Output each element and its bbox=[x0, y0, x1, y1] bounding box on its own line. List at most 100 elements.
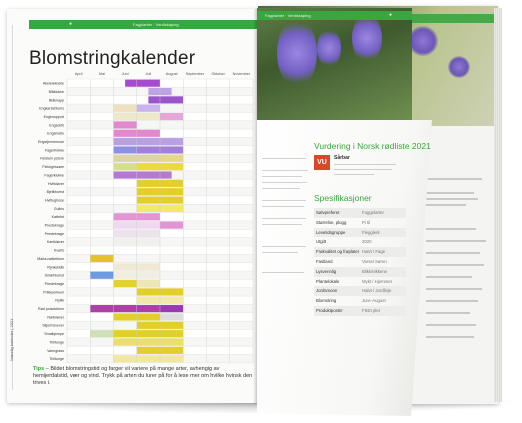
specs-row: Produktpostnr FSDI plet bbox=[314, 305, 406, 316]
text-line bbox=[426, 312, 470, 314]
month-label: September bbox=[186, 72, 205, 76]
species-label[interactable]: Rødkløver bbox=[47, 315, 64, 319]
specs-value: Flegglerk bbox=[362, 229, 380, 235]
species-label[interactable]: Rynkeblåk bbox=[47, 265, 64, 269]
flower-blur bbox=[317, 28, 341, 68]
bloom-bar bbox=[113, 171, 172, 179]
specs-key: Fastland bbox=[316, 258, 333, 264]
specs-row: Frøkvalitet og frøplater Halvt / Fage bbox=[314, 247, 406, 257]
bloom-bar bbox=[160, 221, 184, 229]
species-label[interactable]: Prikkperikum bbox=[43, 290, 64, 294]
species-label[interactable]: Gullris bbox=[54, 207, 64, 211]
bloom-bar bbox=[136, 280, 160, 288]
species-label[interactable]: Fagerfrekke bbox=[45, 148, 64, 152]
specs-value: Halvt / Fage bbox=[362, 249, 386, 255]
flower-blur bbox=[408, 26, 438, 56]
flower-blur bbox=[448, 56, 470, 78]
assessment-title: Vurdering i Norsk rødliste 2021 bbox=[314, 141, 431, 151]
text-line bbox=[262, 218, 306, 220]
species-label[interactable]: Flekkgrissøre bbox=[42, 165, 64, 169]
flower-blur bbox=[352, 13, 382, 63]
footnote-text: – Bildet blomstringstid og farger vil va… bbox=[33, 366, 253, 386]
text-line bbox=[262, 252, 298, 254]
bloom-bar bbox=[113, 330, 184, 338]
specs-key: Lysvennlig bbox=[316, 268, 337, 274]
footnote-tip-label: Tips bbox=[33, 366, 45, 372]
specs-table: Sølvpreferet Fuggelarter Størrelse, plugg P… bbox=[314, 208, 406, 316]
bloom-bar bbox=[160, 154, 184, 162]
species-label[interactable]: Hvittuglrose bbox=[45, 198, 64, 202]
bloom-bar bbox=[90, 254, 114, 263]
specs-row: Plantelokale Mykt / Hjemmet bbox=[314, 277, 406, 287]
species-label[interactable]: Blåknapp bbox=[49, 98, 64, 102]
species-label[interactable]: Smørblomst bbox=[45, 274, 64, 278]
text-line bbox=[426, 336, 474, 338]
species-label[interactable]: Maria-nøkleblom bbox=[37, 257, 64, 261]
species-label[interactable]: Rød jonsokblom bbox=[38, 307, 64, 311]
species-label[interactable]: Engsmelle bbox=[47, 132, 64, 136]
species-label[interactable]: Engkarsebloms bbox=[39, 107, 64, 111]
text-line bbox=[262, 246, 306, 248]
specs-row: Utgitt 2020 bbox=[314, 237, 406, 247]
species-label[interactable]: Tiriltunge bbox=[49, 340, 64, 344]
species-label[interactable]: Prestekrage bbox=[45, 232, 64, 236]
specs-row: Levetidsgruppe Flegglerk bbox=[314, 227, 406, 238]
species-label[interactable]: Skjermsvever bbox=[42, 324, 65, 328]
species-label[interactable]: Bjellblomst bbox=[47, 190, 64, 194]
bloom-bar bbox=[113, 121, 137, 129]
bloom-calendar-chart: April Mai Juni Juli August September Oktober No… bbox=[37, 72, 254, 364]
bloom-bar bbox=[160, 113, 184, 121]
text-line bbox=[426, 240, 486, 242]
species-label[interactable]: Hvitkløver bbox=[48, 182, 65, 186]
species-label[interactable]: Blåklokke bbox=[49, 90, 64, 94]
specs-row: Fastland Varsel Søren bbox=[314, 257, 406, 267]
bloom-bar bbox=[90, 305, 160, 313]
specs-value: FSDI plet bbox=[362, 307, 380, 313]
species-label[interactable]: Akeleieknelle bbox=[43, 82, 64, 86]
specs-value: Fuggelarter bbox=[362, 210, 384, 215]
footnote: Tips – Bildet blomstringstid og farger v… bbox=[33, 366, 255, 387]
text-line bbox=[334, 169, 392, 171]
bloom-bar bbox=[160, 313, 184, 321]
species-label[interactable]: Prestekrage bbox=[45, 224, 64, 228]
species-label[interactable]: Smalkjempe bbox=[44, 332, 64, 336]
species-label[interactable]: Fetstein pstore bbox=[40, 157, 64, 161]
bloom-bar bbox=[113, 355, 184, 363]
month-label: Mai bbox=[99, 72, 105, 76]
species-label[interactable]: Kvarts bbox=[54, 249, 64, 253]
text-line bbox=[262, 182, 307, 184]
specs-row: Jordsmonn Halvt / Jordlinje bbox=[314, 286, 406, 297]
bullet-icon: ● bbox=[389, 12, 393, 18]
species-label[interactable]: Engsolrik bbox=[49, 123, 64, 127]
text-line bbox=[426, 324, 476, 326]
text-line bbox=[426, 264, 484, 266]
species-label[interactable]: Ryllik bbox=[55, 299, 64, 303]
specs-value: Pi til bbox=[362, 219, 371, 225]
species-label[interactable]: Engknoppurt bbox=[44, 115, 64, 119]
vu-status-label: Sårbar bbox=[334, 155, 350, 161]
species-label[interactable]: Kattefot bbox=[52, 215, 64, 219]
bloom-bar bbox=[113, 146, 137, 154]
month-label: August bbox=[166, 72, 179, 76]
specs-title: Spesifikasjoner bbox=[314, 193, 372, 203]
curled-header-text: Fagplanter · Verdiskaping bbox=[265, 13, 311, 18]
month-label: November bbox=[233, 72, 251, 76]
text-line bbox=[426, 178, 482, 180]
specs-row: Størrelse, plugg Pi til bbox=[314, 218, 406, 228]
text-line bbox=[334, 174, 374, 176]
species-label[interactable]: Vanngrass bbox=[47, 349, 64, 353]
text-line bbox=[426, 252, 480, 254]
vu-status-badge: VU bbox=[314, 155, 330, 170]
species-label[interactable]: Kantkløver bbox=[47, 240, 65, 244]
species-label[interactable]: Prestekrage bbox=[45, 282, 64, 286]
text-line bbox=[426, 288, 482, 290]
species-label[interactable]: Tiriltunge bbox=[49, 357, 64, 361]
text-line bbox=[262, 200, 306, 202]
specs-key: Blomstring bbox=[316, 298, 337, 304]
bloom-bar bbox=[125, 79, 160, 87]
specs-row: Lysvennlig Blikk/eikkene bbox=[314, 266, 406, 277]
species-label[interactable]: Fagerklokke bbox=[44, 173, 64, 177]
text-line bbox=[426, 192, 474, 194]
specs-key: Jordsmonn bbox=[316, 288, 338, 294]
species-label[interactable]: Engstjernemose bbox=[38, 140, 64, 144]
